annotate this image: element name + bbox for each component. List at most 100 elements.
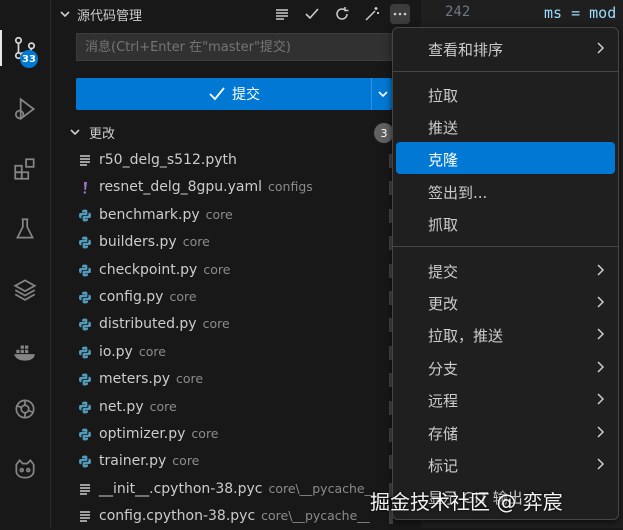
more-actions-icon[interactable] xyxy=(390,4,410,24)
commit-check-icon[interactable] xyxy=(302,4,322,24)
commit-button-label: 提交 xyxy=(232,87,260,103)
menu-item[interactable]: 查看和排序 xyxy=(396,32,615,64)
chevron-right-icon xyxy=(597,361,605,373)
testing-icon[interactable] xyxy=(0,205,50,253)
file-name: meters.py core xyxy=(99,371,203,387)
commit-message-input[interactable] xyxy=(76,33,392,61)
check-icon xyxy=(209,87,225,101)
file-row[interactable]: trainer.py core xyxy=(51,448,421,475)
menu-item[interactable]: 提交 xyxy=(396,254,615,286)
chevron-right-icon xyxy=(597,426,605,438)
watermark: 掘金技术社区 @ 弈宸 xyxy=(370,490,563,514)
menu-item-label: 拉取 xyxy=(428,87,459,105)
menu-item[interactable]: 存储 xyxy=(396,416,615,448)
commit-dropdown-button[interactable] xyxy=(371,78,394,110)
run-debug-icon[interactable] xyxy=(0,85,50,133)
file-name: checkpoint.py core xyxy=(99,262,230,278)
file-name-text: io.py xyxy=(99,343,133,360)
changes-label: 更改 xyxy=(89,127,116,142)
extensions-icon[interactable] xyxy=(0,145,50,193)
chevron-down-icon xyxy=(70,129,80,136)
menu-item[interactable]: 推送 xyxy=(396,110,615,142)
file-row[interactable]: builders.py core xyxy=(51,229,421,256)
copilot-icon[interactable] xyxy=(0,445,50,493)
scm-header: 源代码管理 xyxy=(51,0,421,28)
menu-item[interactable]: 更改 xyxy=(396,286,615,318)
menu-item-label: 存储 xyxy=(428,425,459,443)
chevron-right-icon xyxy=(597,458,605,470)
menu-item[interactable]: 远程 xyxy=(396,383,615,415)
file-name: config.py core xyxy=(99,289,197,305)
file-directory: core xyxy=(205,206,233,222)
menu-item[interactable]: 抓取 xyxy=(396,207,615,239)
file-name: net.py core xyxy=(99,399,177,415)
file-directory: core xyxy=(191,426,219,441)
activity-bar: 33 xyxy=(0,0,51,528)
file-name: builders.py core xyxy=(99,234,210,250)
file-row[interactable]: io.py core xyxy=(51,339,421,366)
menu-item-label: 分支 xyxy=(428,360,459,378)
menu-item[interactable]: 克隆 xyxy=(396,142,615,174)
menu-separator xyxy=(393,71,618,72)
file-name-text: trainer.py xyxy=(99,453,167,470)
file-row[interactable]: r50_delg_s512.pyth xyxy=(51,147,421,174)
file-row[interactable]: optimizer.py core xyxy=(51,421,421,448)
menu-separator xyxy=(393,246,618,247)
menu-item[interactable]: 签出到... xyxy=(396,175,615,207)
commit-button[interactable]: 提交 xyxy=(76,78,392,110)
chevron-right-icon xyxy=(597,264,605,276)
file-row[interactable]: resnet_delg_8gpu.yaml configs xyxy=(51,174,421,201)
file-row[interactable]: __init__.cpython-38.pyc core\__pycache__ xyxy=(51,476,421,503)
file-name-text: distributed.py xyxy=(99,316,197,333)
file-name: distributed.py core xyxy=(99,316,230,332)
chevron-right-icon xyxy=(597,328,605,340)
file-name-text: resnet_delg_8gpu.yaml xyxy=(99,179,263,196)
file-name-text: builders.py xyxy=(99,234,177,251)
menu-item-label: 拉取，推送 xyxy=(428,327,504,345)
file-directory: core\__pycache__ xyxy=(261,508,370,524)
refresh-icon[interactable] xyxy=(332,4,352,24)
file-name: config.cpython-38.pyc core\__pycache__ xyxy=(99,508,370,524)
file-directory: core xyxy=(176,371,204,387)
file-directory: core xyxy=(138,343,166,359)
changes-count-badge: 3 xyxy=(374,123,394,143)
openai-icon[interactable] xyxy=(0,385,50,433)
menu-item-label: 推送 xyxy=(428,119,459,137)
menu-item[interactable]: 分支 xyxy=(396,351,615,383)
magic-wand-icon[interactable] xyxy=(362,4,382,24)
file-name-text: net.py xyxy=(99,398,144,415)
file-directory: core xyxy=(172,453,200,469)
file-name-text: r50_delg_s512.pyth xyxy=(99,152,237,168)
file-row[interactable]: benchmark.py core xyxy=(51,202,421,229)
source-control-panel: 源代码管理 提交 更改 3 r50_delg_s512.pyth resnet_d… xyxy=(51,0,421,528)
file-name: trainer.py core xyxy=(99,453,199,469)
file-name-text: config.cpython-38.pyc xyxy=(99,508,256,525)
scm-title: 源代码管理 xyxy=(77,9,143,24)
chevron-down-icon[interactable] xyxy=(59,8,71,20)
menu-item-label: 抓取 xyxy=(428,216,459,234)
file-directory: core xyxy=(149,398,177,414)
file-name-text: optimizer.py xyxy=(99,426,186,442)
menu-item[interactable]: 拉取，推送 xyxy=(396,318,615,350)
file-name: r50_delg_s512.pyth xyxy=(99,152,243,168)
menu-item-label: 查看和排序 xyxy=(428,41,504,59)
file-row[interactable]: net.py core xyxy=(51,394,421,421)
menu-item-label: 提交 xyxy=(428,263,459,281)
menu-item-label: 远程 xyxy=(428,392,459,410)
file-directory: core xyxy=(203,261,231,277)
file-directory: core xyxy=(169,289,197,304)
file-name: resnet_delg_8gpu.yaml configs xyxy=(99,179,313,195)
view-as-list-icon[interactable] xyxy=(272,4,292,24)
file-row[interactable]: meters.py core xyxy=(51,366,421,393)
menu-item[interactable]: 标记 xyxy=(396,448,615,480)
file-row[interactable]: config.py core xyxy=(51,284,421,311)
layers-icon[interactable] xyxy=(0,265,50,313)
code-line: ms = mod xyxy=(544,4,617,22)
file-row[interactable]: config.cpython-38.pyc core\__pycache__ xyxy=(51,503,421,530)
file-name: __init__.cpython-38.pyc core\__pycache__ xyxy=(99,481,377,497)
file-row[interactable]: distributed.py core xyxy=(51,311,421,338)
file-directory: core\__pycache__ xyxy=(268,480,378,496)
file-row[interactable]: checkpoint.py core xyxy=(51,257,421,284)
menu-item[interactable]: 拉取 xyxy=(396,78,615,110)
docker-icon[interactable] xyxy=(0,328,50,376)
